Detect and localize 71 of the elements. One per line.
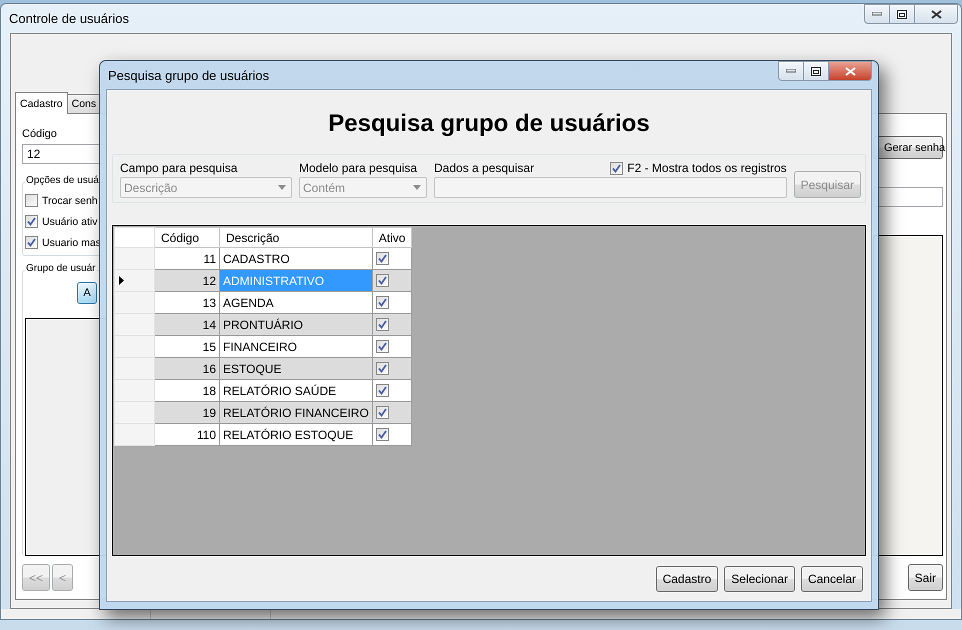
checkbox[interactable] (376, 362, 389, 374)
minimize-icon (786, 69, 796, 73)
row-header (114, 402, 154, 424)
checkbox[interactable] (376, 340, 389, 352)
search-input[interactable] (434, 177, 787, 198)
table-row[interactable]: 18 RELATÓRIO SAÚDE (114, 380, 412, 402)
maximize-button[interactable] (803, 61, 829, 81)
restore-icon (811, 66, 821, 76)
checkbox-label: Trocar senh (42, 194, 98, 206)
field-label: Dados a pesquisar (434, 161, 534, 175)
row-header (114, 228, 154, 248)
table-row[interactable]: 110 RELATÓRIO ESTOQUE (114, 424, 412, 446)
caret-icon (278, 185, 286, 190)
maximize-button[interactable] (889, 4, 915, 24)
checkbox[interactable] (376, 296, 389, 308)
field-label: Código (22, 128, 58, 140)
checkbox[interactable] (376, 406, 389, 418)
minimize-button[interactable] (864, 4, 890, 24)
table-row[interactable]: 11 CADASTRO (114, 248, 412, 270)
minimize-icon (872, 12, 882, 16)
group-title: Grupo de usuár (25, 263, 96, 274)
checkbox[interactable] (376, 274, 389, 286)
exit-button[interactable]: Sair (908, 564, 943, 591)
row-header (114, 314, 154, 336)
field-label: Campo para pesquisa (120, 161, 238, 175)
window-title: Controle de usuários (9, 11, 129, 26)
dialog-title: Pesquisa grupo de usuários (108, 68, 270, 82)
row-header (114, 424, 154, 446)
checkbox[interactable] (376, 318, 389, 330)
table-cell: 110 (154, 424, 220, 446)
table-row[interactable]: 14 PRONTUÁRIO (114, 314, 412, 336)
dialog-button[interactable]: Cadastro (656, 566, 718, 592)
checkbox[interactable] (25, 236, 38, 249)
checkbox[interactable] (25, 215, 38, 228)
row-header (114, 336, 154, 358)
column-header[interactable]: Código (154, 228, 220, 248)
close-button[interactable] (914, 4, 958, 24)
checkbox[interactable] (376, 428, 389, 440)
row-pointer-icon (119, 276, 124, 284)
close-button[interactable] (828, 61, 872, 81)
dialog-button[interactable]: Cancelar (800, 566, 863, 592)
row-header (114, 380, 154, 402)
table-cell: RELATÓRIO ESTOQUE (220, 424, 372, 446)
table-row[interactable]: 15 FINANCEIRO (114, 336, 412, 358)
checkbox-label: Usuário ativ (42, 216, 98, 228)
row-header (114, 292, 154, 314)
checkbox[interactable] (376, 252, 389, 264)
dialog-heading: Pesquisa grupo de usuários (327, 109, 651, 139)
checkbox[interactable] (25, 194, 38, 207)
minimize-button[interactable] (778, 61, 804, 81)
table-row[interactable]: 12 ADMINISTRATIVO (114, 270, 412, 292)
column-header[interactable]: Ativo (372, 228, 412, 248)
field-label: Modelo para pesquisa (299, 161, 418, 175)
table-cell: ADMINISTRATIVO (220, 270, 372, 292)
group-title: Opções de usuá (25, 175, 100, 186)
close-icon (844, 66, 856, 76)
dialog-button[interactable]: Selecionar (724, 566, 795, 592)
checkbox-label: F2 - Mostra todos os registros (627, 161, 787, 175)
group-button[interactable]: A (77, 282, 97, 304)
close-icon (930, 10, 942, 18)
tab[interactable]: Cadastro (15, 92, 68, 114)
row-header (114, 358, 154, 380)
table-row[interactable]: 19 RELATÓRIO FINANCEIRO (114, 402, 412, 424)
restore-icon (897, 10, 907, 18)
table-row[interactable]: 13 AGENDA (114, 292, 412, 314)
checkbox[interactable] (376, 384, 389, 396)
row-header (114, 248, 154, 270)
caret-icon (413, 185, 421, 190)
table-row[interactable]: 16 ESTOQUE (114, 358, 412, 380)
column-header[interactable]: Descrição (220, 228, 372, 248)
checkbox[interactable] (610, 162, 624, 174)
